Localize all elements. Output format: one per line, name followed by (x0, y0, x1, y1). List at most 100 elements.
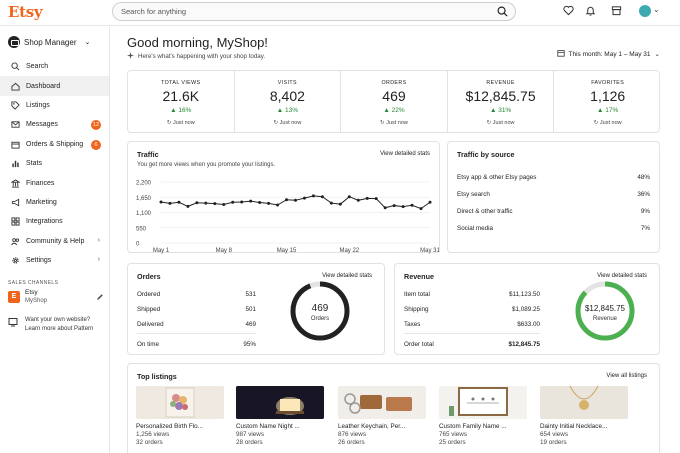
stat-total-views[interactable]: TOTAL VIEWS 21.6K ▲ 16% ↻ Just now (128, 71, 235, 132)
traffic-data-point (177, 200, 181, 204)
listing-thumbnail[interactable] (540, 386, 628, 419)
traffic-data-point (338, 202, 342, 206)
sidebar-item-stats[interactable]: Stats (0, 154, 109, 173)
box-icon (10, 139, 20, 149)
order-total-value: $12,845.75 (508, 341, 540, 348)
listing-views: 765 views (439, 431, 468, 438)
necklace-image (569, 386, 599, 410)
avatar[interactable] (639, 5, 651, 17)
search-icon[interactable] (497, 6, 508, 19)
listing-thumbnail[interactable] (338, 386, 426, 419)
orders-row: On time 95% (137, 341, 256, 348)
sidebar-item-orders-shipping[interactable]: Orders & Shipping 6 (0, 135, 109, 154)
listing-title: Custom Family Name ... (439, 423, 507, 430)
traffic-by-source-card: Traffic by source Etsy app & other Etsy … (447, 141, 660, 253)
listing-thumbnail[interactable] (236, 386, 324, 419)
traffic-data-point (401, 205, 405, 209)
top-listings-title: Top listings (137, 372, 177, 381)
stat-visits[interactable]: VISITS 8,402 ▲ 13% ↻ Just now (235, 71, 342, 132)
chevron-down-icon: ⌄ (654, 51, 660, 58)
orders-count-badge: 6 (91, 139, 101, 150)
revenue-row-label: Shipping (404, 306, 429, 313)
listing-card[interactable]: Custom Family Name ... 765 views 25 orde… (439, 386, 527, 446)
pencil-icon[interactable] (96, 293, 104, 303)
traffic-data-point (428, 200, 432, 204)
trend-up-icon: ▲ (489, 107, 499, 114)
stat-label: REVENUE (486, 80, 515, 86)
sidebar-item-dashboard[interactable]: Dashboard (0, 76, 109, 96)
sidebar-item-label: Settings (26, 257, 52, 265)
keychain-image (344, 393, 412, 414)
stat-orders[interactable]: ORDERS 469 ▲ 22% ↻ Just now (341, 71, 448, 132)
traffic-data-point (168, 201, 172, 205)
sidebar-item-finances[interactable]: Finances (0, 173, 109, 192)
orders-row-label: Ordered (137, 291, 161, 298)
stat-change-value: 16% (178, 107, 192, 114)
shop-manager-icon (8, 36, 20, 48)
on-time-label: On time (137, 341, 160, 348)
sidebar-item-listings[interactable]: Listings (0, 96, 109, 115)
megaphone-icon (10, 197, 20, 207)
night-light-image (236, 386, 324, 419)
sidebar-item-settings[interactable]: Settings › (0, 251, 109, 270)
sidebar-item-messages[interactable]: Messages 12 (0, 115, 109, 134)
website-icon (8, 317, 18, 329)
shop-manager-menu[interactable]: Shop Manager ⌄ (8, 35, 90, 49)
listing-views: 1,256 views (136, 431, 170, 438)
donut-value: 469 (312, 303, 329, 314)
traffic-data-point (320, 195, 324, 199)
traffic-data-point (419, 207, 423, 211)
bell-icon[interactable] (585, 5, 596, 18)
heart-icon[interactable] (563, 5, 574, 18)
sidebar: Shop Manager ⌄ Search Dashboard Listings… (0, 27, 110, 453)
etsy-channel-badge: E (8, 291, 20, 303)
traffic-card: Traffic You get more views when you prom… (127, 141, 440, 254)
listing-title: Personalized Birth Flo... (136, 423, 203, 430)
orders-title: Orders (137, 272, 161, 281)
traffic-data-point (383, 206, 387, 210)
sales-channel-etsy[interactable]: E Etsy MyShop (8, 289, 104, 309)
search-input[interactable]: Search for anything (112, 2, 516, 21)
sidebar-item-label: Community & Help (26, 237, 85, 245)
listing-views: 654 views (540, 431, 569, 438)
stat-favorites[interactable]: FAVORITES 1,126 ▲ 17% ↻ Just now (554, 71, 661, 132)
chevron-down-icon[interactable]: ⌄ (653, 5, 660, 14)
listing-card[interactable]: Leather Keychain, Per... 876 views 26 or… (338, 386, 426, 446)
listing-card[interactable]: Dainty Initial Necklace... 654 views 19 … (540, 386, 628, 446)
sidebar-item-integrations[interactable]: Integrations (0, 212, 109, 231)
stat-revenue[interactable]: REVENUE $12,845.75 ▲ 31% ↻ Just now (448, 71, 555, 132)
listing-title: Custom Name Night ... (236, 423, 300, 430)
x-tick-label: May 31 (420, 248, 440, 254)
gear-icon (10, 256, 20, 266)
sidebar-item-label: Finances (26, 179, 55, 187)
listing-orders: 19 orders (540, 439, 567, 446)
messages-count-badge: 12 (91, 120, 101, 131)
date-range-selector[interactable]: This month: May 1 – May 31 ⌄ (556, 49, 660, 59)
stat-label: FAVORITES (591, 80, 625, 86)
revenue-row: Shipping $1,089.25 (404, 306, 540, 313)
revenue-title: Revenue (404, 272, 434, 281)
sidebar-item-search[interactable]: Search (0, 57, 109, 76)
listing-thumbnail[interactable] (136, 386, 224, 419)
view-all-listings-link[interactable]: View all listings (606, 373, 647, 379)
sidebar-item-label: Stats (26, 160, 42, 168)
source-row: Etsy app & other Etsy pages 48% (457, 174, 650, 181)
listing-views: 876 views (338, 431, 367, 438)
listing-card[interactable]: Personalized Birth Flo... 1,256 views 32… (136, 386, 224, 446)
orders-donut: 469 Orders (290, 281, 350, 341)
source-value: 9% (640, 208, 650, 215)
traffic-data-point (374, 197, 378, 201)
listing-thumbnail[interactable] (439, 386, 527, 419)
sidebar-item-marketing[interactable]: Marketing (0, 193, 109, 212)
shop-icon[interactable] (611, 5, 622, 18)
listing-orders: 28 orders (236, 439, 263, 446)
on-time-value: 95% (243, 341, 256, 348)
y-tick-label: 0 (136, 242, 140, 248)
source-row: Etsy search 36% (457, 191, 650, 198)
traffic-data-point (240, 200, 244, 204)
etsy-logo[interactable]: Etsy (8, 3, 43, 21)
sidebar-item-community-help[interactable]: Community & Help › (0, 232, 109, 251)
y-tick-label: 2,200 (136, 181, 152, 187)
stat-change: ▲ 22% (341, 107, 447, 114)
listing-card[interactable]: Custom Name Night ... 987 views 28 order… (236, 386, 324, 446)
